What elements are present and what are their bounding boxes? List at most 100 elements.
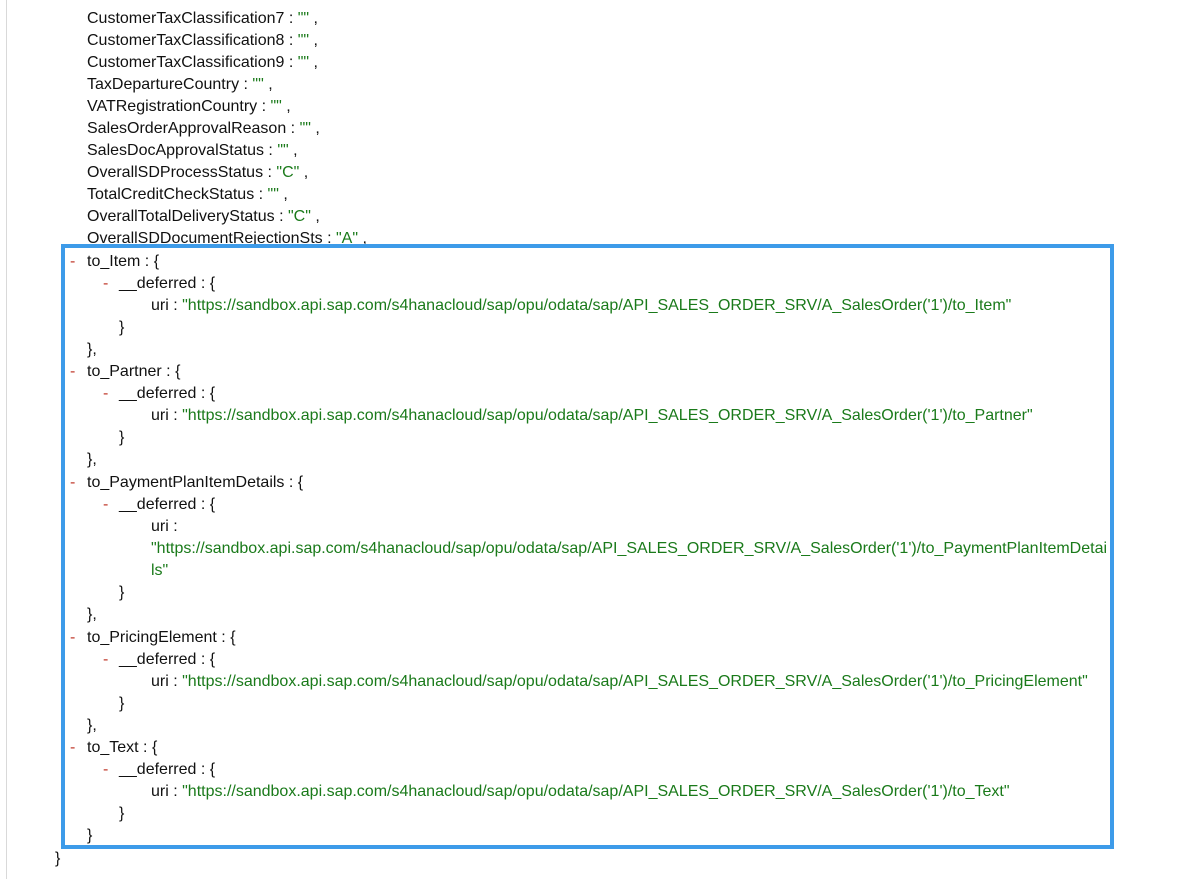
json-field-row: SalesOrderApprovalReason : "" , bbox=[87, 118, 320, 140]
json-comma: , bbox=[309, 54, 318, 71]
json-open-brace: { bbox=[230, 629, 236, 646]
uri-link[interactable]: "https://sandbox.api.sap.com/s4hanacloud… bbox=[182, 783, 1009, 800]
json-colon: : bbox=[196, 385, 210, 402]
uri-link[interactable]: "https://sandbox.api.sap.com/s4hanacloud… bbox=[182, 297, 1011, 314]
json-string-value: "" bbox=[297, 32, 310, 49]
json-key: uri bbox=[151, 673, 169, 690]
json-colon: : bbox=[168, 518, 178, 535]
json-comma: , bbox=[281, 98, 291, 115]
json-key: uri bbox=[151, 297, 169, 314]
json-deferred-row: __deferred : { bbox=[119, 759, 215, 781]
json-field-row: OverallSDProcessStatus : "C" , bbox=[87, 162, 308, 184]
json-comma: , bbox=[309, 10, 318, 27]
json-key: TotalCreditCheckStatus bbox=[87, 186, 255, 203]
json-comma: , bbox=[358, 230, 367, 247]
json-open-brace: { bbox=[209, 496, 216, 513]
json-colon: : bbox=[322, 230, 336, 247]
json-close-brace: }, bbox=[87, 341, 97, 358]
json-uri-row: uri : bbox=[151, 516, 178, 538]
json-field-row: OverallTotalDeliveryStatus : "C" , bbox=[87, 206, 320, 228]
json-key: to_PaymentPlanItemDetails bbox=[87, 474, 285, 491]
collapse-toggle-deferred[interactable]: - bbox=[103, 759, 108, 781]
json-string-value: "" bbox=[297, 54, 310, 71]
json-colon: : bbox=[284, 10, 298, 27]
json-colon: : bbox=[161, 363, 176, 380]
json-uri-row: uri : "https://sandbox.api.sap.com/s4han… bbox=[151, 295, 1011, 317]
json-colon: : bbox=[196, 275, 210, 292]
json-open-brace: { bbox=[297, 474, 304, 491]
json-colon: : bbox=[263, 164, 277, 181]
json-key: __deferred bbox=[119, 761, 197, 778]
json-string-value: "" bbox=[270, 98, 282, 115]
json-open-brace: { bbox=[175, 363, 181, 380]
json-key: VATRegistrationCountry bbox=[87, 98, 258, 115]
json-nav-key-row: to_Item : { bbox=[87, 251, 159, 273]
json-open-brace: { bbox=[209, 275, 216, 292]
json-close-brace: } bbox=[87, 827, 93, 844]
json-close-brace: }, bbox=[87, 606, 97, 623]
json-colon: : bbox=[138, 739, 152, 756]
json-key: to_Text bbox=[87, 739, 139, 756]
json-comma: , bbox=[309, 32, 318, 49]
json-nav-key-row: to_PricingElement : { bbox=[87, 627, 236, 649]
json-field-row: CustomerTaxClassification8 : "" , bbox=[87, 30, 318, 52]
collapse-toggle-deferred[interactable]: - bbox=[103, 649, 108, 671]
json-colon: : bbox=[216, 629, 231, 646]
json-field-row: SalesDocApprovalStatus : "" , bbox=[87, 140, 298, 162]
json-colon: : bbox=[168, 407, 183, 424]
json-open-brace: { bbox=[151, 739, 158, 756]
collapse-toggle-to-pricingelement[interactable]: - bbox=[70, 627, 75, 649]
json-comma: , bbox=[288, 142, 298, 159]
collapse-toggle-to-text[interactable]: - bbox=[70, 737, 75, 759]
json-uri-row: uri : "https://sandbox.api.sap.com/s4han… bbox=[151, 781, 1010, 803]
collapse-toggle-to-partner[interactable]: - bbox=[70, 361, 75, 383]
json-close-brace: } bbox=[119, 805, 125, 822]
json-key: uri bbox=[151, 783, 169, 800]
json-deferred-row: __deferred : { bbox=[119, 383, 215, 405]
json-field-row: TaxDepartureCountry : "" , bbox=[87, 74, 273, 96]
uri-link[interactable]: "https://sandbox.api.sap.com/s4hanacloud… bbox=[182, 407, 1033, 424]
uri-link[interactable]: "https://sandbox.api.sap.com/s4hanacloud… bbox=[182, 673, 1088, 690]
json-close-brace: } bbox=[119, 695, 125, 712]
json-uri-row: uri : "https://sandbox.api.sap.com/s4han… bbox=[151, 671, 1088, 693]
json-colon: : bbox=[140, 253, 154, 270]
json-deferred-row: __deferred : { bbox=[119, 649, 215, 671]
collapse-toggle-deferred[interactable]: - bbox=[103, 273, 108, 295]
json-close-brace: }, bbox=[87, 451, 97, 468]
collapse-toggle-deferred[interactable]: - bbox=[103, 494, 108, 516]
json-key: OverallSDDocumentRejectionSts bbox=[87, 230, 323, 247]
left-border-line bbox=[6, 0, 7, 879]
json-string-value: "A" bbox=[336, 230, 359, 247]
json-colon: : bbox=[274, 208, 288, 225]
json-field-row: TotalCreditCheckStatus : "" , bbox=[87, 184, 288, 206]
json-root-close-brace: } bbox=[55, 850, 61, 867]
collapse-toggle-to-paymentplanitemdetails[interactable]: - bbox=[70, 472, 75, 494]
json-close-brace: }, bbox=[87, 717, 97, 734]
json-nav-key-row: to_Text : { bbox=[87, 737, 157, 759]
uri-link-continuation[interactable]: ls" bbox=[151, 562, 168, 579]
json-comma: , bbox=[310, 120, 320, 137]
json-string-value: "" bbox=[252, 76, 264, 93]
json-field-row: CustomerTaxClassification7 : "" , bbox=[87, 8, 318, 30]
json-string-value: "" bbox=[277, 142, 289, 159]
json-colon: : bbox=[284, 32, 298, 49]
json-key: TaxDepartureCountry bbox=[87, 76, 240, 93]
json-uri-continuation: ls" bbox=[151, 560, 168, 582]
json-key: to_Item bbox=[87, 253, 141, 270]
json-key: SalesOrderApprovalReason bbox=[87, 120, 287, 137]
collapse-toggle-deferred[interactable]: - bbox=[103, 383, 108, 405]
json-close-brace: } bbox=[119, 429, 125, 446]
json-string-value: "C" bbox=[287, 208, 311, 225]
json-colon: : bbox=[254, 186, 268, 203]
json-key: to_PricingElement bbox=[87, 629, 217, 646]
json-comma: , bbox=[263, 76, 273, 93]
json-open-brace: { bbox=[209, 385, 216, 402]
collapse-toggle-to-item[interactable]: - bbox=[70, 251, 75, 273]
uri-link[interactable]: "https://sandbox.api.sap.com/s4hanacloud… bbox=[151, 540, 1107, 557]
json-colon: : bbox=[196, 496, 210, 513]
json-field-row: OverallSDDocumentRejectionSts : "A" , bbox=[87, 228, 367, 250]
json-key: uri bbox=[151, 518, 169, 535]
json-key: to_Partner bbox=[87, 363, 162, 380]
json-colon: : bbox=[196, 651, 210, 668]
json-comma: , bbox=[310, 208, 320, 225]
